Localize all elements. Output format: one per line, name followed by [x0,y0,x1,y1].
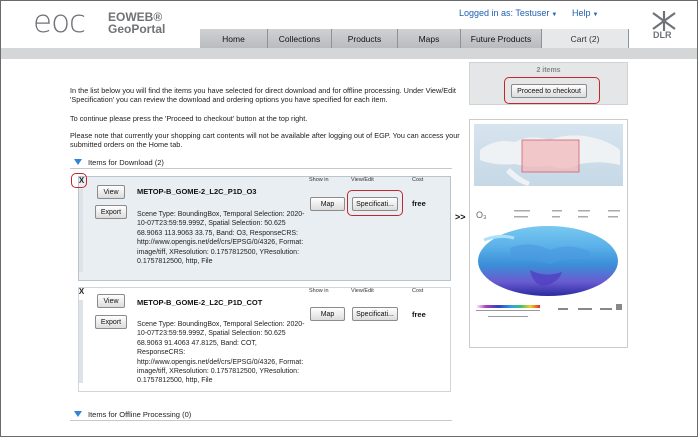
col-cost: Cost [412,177,424,183]
tab-future-products[interactable]: Future Products [461,29,542,48]
expand-arrows-icon[interactable]: >> [455,212,466,222]
specification-button[interactable]: Specificati... [352,307,398,321]
tab-collections[interactable]: Collections [268,29,332,48]
expand-triangle-icon [74,411,82,417]
highlight-remove [71,173,87,188]
cart-items-count: 2 items [536,67,561,74]
item-cost: free [412,199,426,208]
col-view-edit: View/Edit [351,177,374,183]
cart-item: X View Export METOP-B_GOME-2_L2C_P1D_COT… [78,287,451,392]
map-button[interactable]: Map [310,197,345,211]
col-show-in: Show in [309,288,329,294]
intro-text-3: Please note that currently your shopping… [70,131,460,150]
remove-item-button[interactable]: X [76,286,87,298]
logged-in-link[interactable]: Logged in as: Testuser ▼ [459,8,557,18]
section-download-label: Items for Download (2) [88,157,164,167]
preview-panel: O₃ [469,119,628,348]
item-title: METOP-B_GOME-2_L2C_P1D_O3 [137,187,257,196]
export-button[interactable]: Export [95,205,127,219]
section-offline-toggle[interactable]: Items for Offline Processing (0) [70,408,452,421]
col-view-edit: View/Edit [351,288,374,294]
highlight-proceed-checkout [504,77,600,104]
col-show-in: Show in [309,177,329,183]
main-tabs: Home Collections Products Maps Future Pr… [200,29,629,48]
logo-eoc: eoc [33,4,86,40]
caret-down-icon: ▼ [551,12,558,18]
logo-eoweb: EOWEB® GeoPortal [108,11,165,35]
header-band [0,48,698,59]
item-cost: free [412,310,426,319]
section-download-toggle[interactable]: Items for Download (2) [70,156,452,169]
col-cost: Cost [412,288,424,294]
tab-home[interactable]: Home [200,29,268,48]
tab-maps[interactable]: Maps [398,29,461,48]
view-button[interactable]: View [97,294,125,308]
help-menu[interactable]: Help ▼ [572,8,598,18]
highlight-specification [347,190,403,216]
item-side-bar [79,300,83,383]
map-button[interactable]: Map [310,307,345,321]
help-label: Help [572,8,591,18]
intro-text-2: To continue please press the 'Proceed to… [70,114,308,123]
tab-cart[interactable]: Cart (2) [542,29,629,48]
preview-image: O₃ [474,124,623,317]
export-button[interactable]: Export [95,315,127,329]
item-description: Scene Type: BoundingBox, Temporal Select… [137,321,305,385]
expand-triangle-icon [74,159,82,165]
item-side-bar [79,189,83,272]
caret-down-icon: ▼ [592,12,599,18]
tab-products[interactable]: Products [332,29,398,48]
item-description: Scene Type: BoundingBox, Temporal Select… [137,211,305,266]
section-offline-label: Items for Offline Processing (0) [88,409,192,419]
logo-geoportal-text: GeoPortal [108,22,166,36]
view-button[interactable]: View [97,185,125,199]
logged-in-label: Logged in as: Testuser [459,8,550,18]
item-title: METOP-B_GOME-2_L2C_P1D_COT [137,298,263,307]
intro-text-1: In the list below you will find the item… [70,86,456,105]
dlr-logo-text: DLR [653,30,672,40]
preview-symbol: O₃ [476,210,487,220]
